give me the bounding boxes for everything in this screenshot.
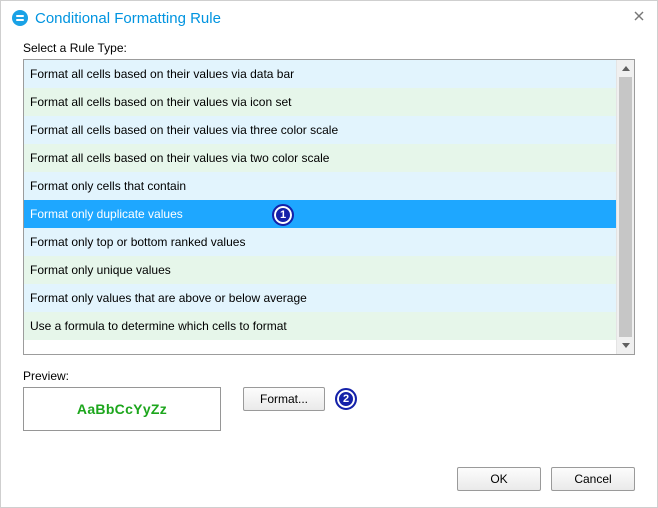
scroll-up-icon[interactable] bbox=[617, 60, 634, 77]
cancel-button[interactable]: Cancel bbox=[551, 467, 635, 491]
dialog-body: Select a Rule Type: Format all cells bas… bbox=[1, 35, 657, 441]
rule-type-listbox: Format all cells based on their values v… bbox=[23, 59, 635, 355]
rule-type-item-label: Format all cells based on their values v… bbox=[30, 95, 291, 109]
rule-type-item-label: Format only top or bottom ranked values bbox=[30, 235, 245, 249]
ok-button[interactable]: OK bbox=[457, 467, 541, 491]
scroll-thumb[interactable] bbox=[619, 77, 632, 337]
rule-type-item-label: Format only values that are above or bel… bbox=[30, 291, 307, 305]
close-button[interactable] bbox=[625, 5, 653, 27]
rule-type-label: Select a Rule Type: bbox=[23, 41, 635, 55]
preview-row: AaBbCcYyZz Format... 2 bbox=[23, 387, 635, 431]
preview-sample-text: AaBbCcYyZz bbox=[77, 401, 167, 417]
rule-type-item-label: Format only duplicate values bbox=[30, 207, 183, 221]
format-area: Format... 2 bbox=[243, 387, 357, 411]
dialog-window: Conditional Formatting Rule Select a Rul… bbox=[0, 0, 658, 508]
callout-marker-2: 2 bbox=[335, 388, 357, 410]
rule-type-item-label: Format only cells that contain bbox=[30, 179, 186, 193]
rule-type-item[interactable]: Format all cells based on their values v… bbox=[24, 88, 616, 116]
scroll-down-icon[interactable] bbox=[617, 337, 634, 354]
rule-type-item[interactable]: Use a formula to determine which cells t… bbox=[24, 312, 616, 340]
title-bar: Conditional Formatting Rule bbox=[1, 1, 657, 35]
rule-type-item[interactable]: Format only cells that contain bbox=[24, 172, 616, 200]
rule-type-item-label: Format all cells based on their values v… bbox=[30, 151, 329, 165]
preview-box: AaBbCcYyZz bbox=[23, 387, 221, 431]
dialog-title: Conditional Formatting Rule bbox=[35, 10, 221, 27]
dialog-footer: OK Cancel bbox=[457, 467, 635, 491]
preview-label: Preview: bbox=[23, 369, 635, 383]
format-button[interactable]: Format... bbox=[243, 387, 325, 411]
rule-type-list[interactable]: Format all cells based on their values v… bbox=[24, 60, 616, 354]
rule-type-item[interactable]: Format only top or bottom ranked values bbox=[24, 228, 616, 256]
app-icon bbox=[11, 9, 29, 27]
rule-type-item-label: Format all cells based on their values v… bbox=[30, 123, 338, 137]
rule-type-item-selected[interactable]: Format only duplicate values 1 bbox=[24, 200, 616, 228]
rule-type-item[interactable]: Format all cells based on their values v… bbox=[24, 144, 616, 172]
rule-type-item[interactable]: Format all cells based on their values v… bbox=[24, 60, 616, 88]
rule-type-item-label: Use a formula to determine which cells t… bbox=[30, 319, 287, 333]
callout-marker-1: 1 bbox=[272, 204, 294, 226]
rule-type-item[interactable]: Format only values that are above or bel… bbox=[24, 284, 616, 312]
rule-type-item-label: Format all cells based on their values v… bbox=[30, 67, 294, 81]
rule-type-item[interactable]: Format all cells based on their values v… bbox=[24, 116, 616, 144]
listbox-scrollbar[interactable] bbox=[616, 60, 634, 354]
rule-type-item[interactable]: Format only unique values bbox=[24, 256, 616, 284]
scroll-track[interactable] bbox=[617, 77, 634, 337]
rule-type-item-label: Format only unique values bbox=[30, 263, 171, 277]
